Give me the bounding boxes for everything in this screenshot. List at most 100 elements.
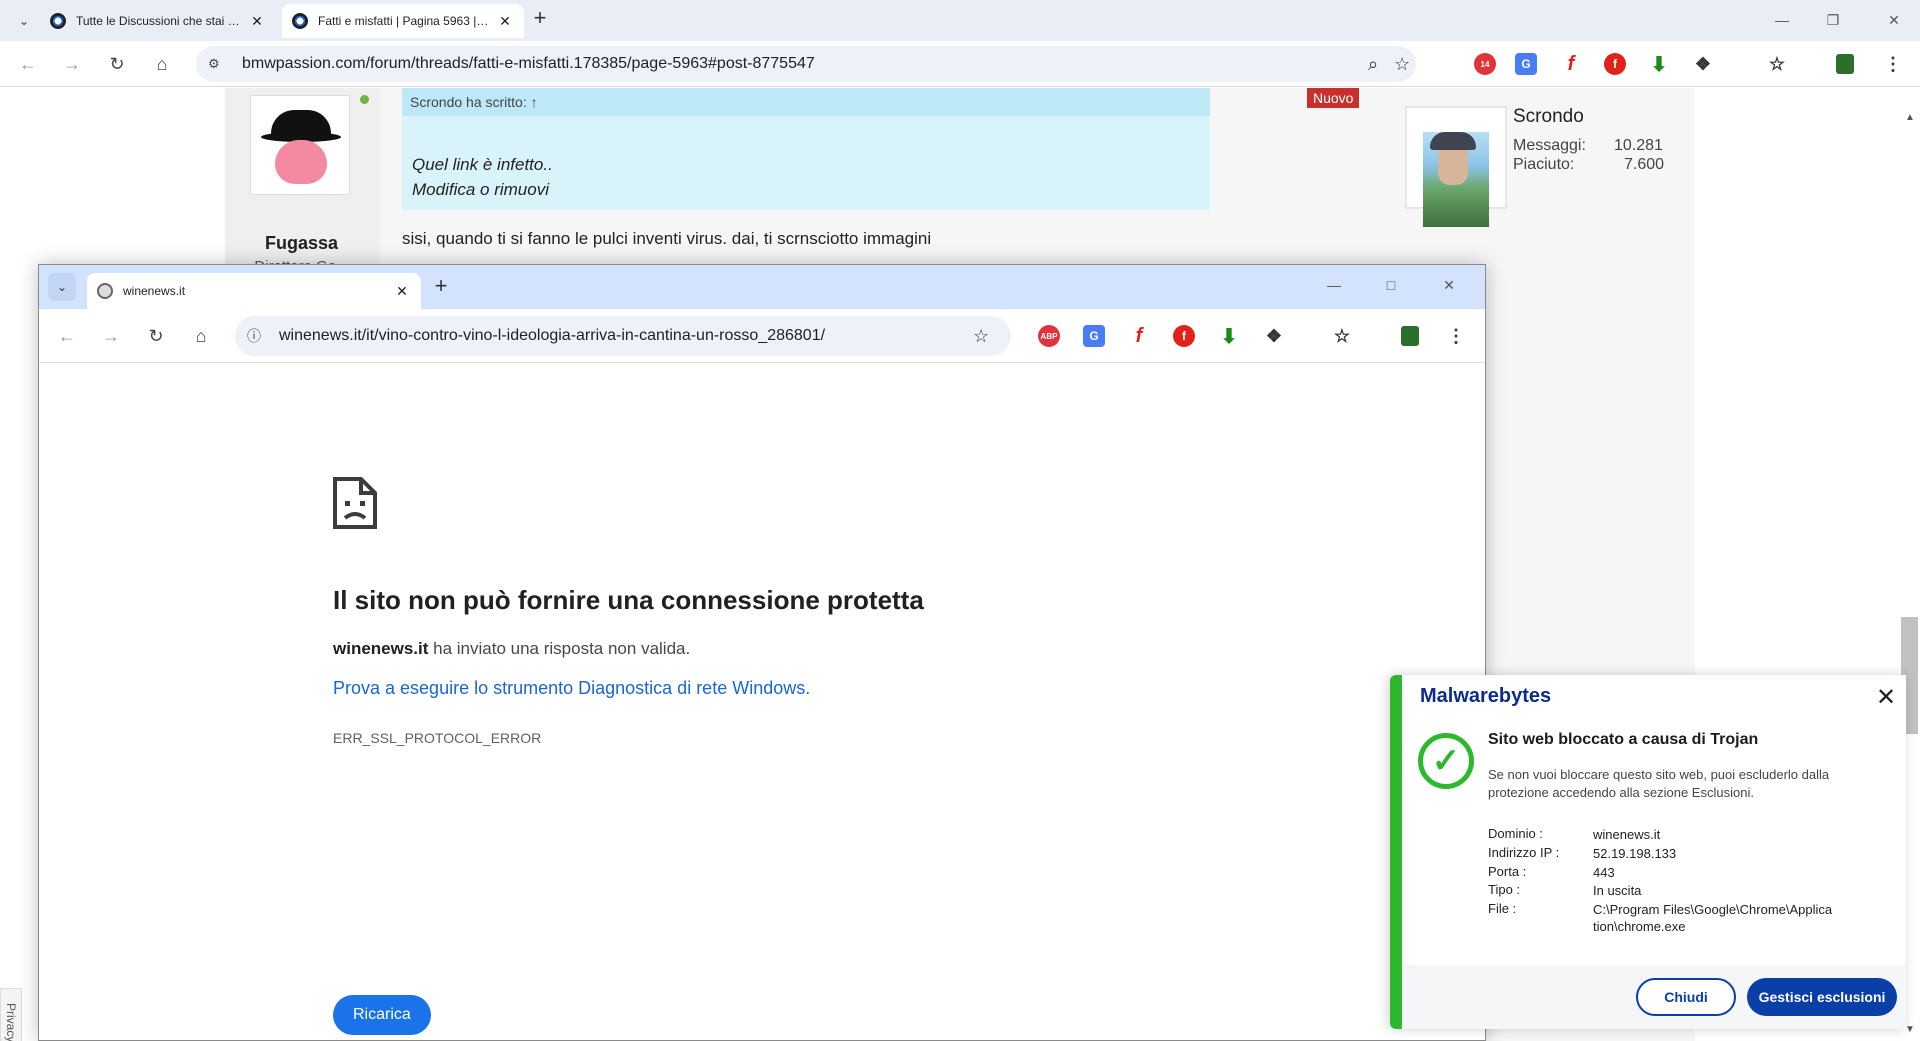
reload-icon[interactable]: ↻ <box>144 324 168 348</box>
minimize-icon[interactable]: — <box>1772 12 1792 28</box>
address-bar[interactable]: ⚙ bmwpassion.com/forum/threads/fatti-e-m… <box>196 46 1416 82</box>
privacy-tab[interactable]: Privacy <box>0 988 22 1041</box>
bookmark-star-icon[interactable]: ☆ <box>1394 54 1410 75</box>
zoom-icon[interactable]: ⌕ <box>1368 54 1378 75</box>
detail-key-ip: Indirizzo IP : <box>1488 845 1560 860</box>
extensions-puzzle-icon[interactable]: ❖ <box>1263 325 1285 347</box>
home-icon[interactable]: ⌂ <box>189 324 213 348</box>
bookmark-star-icon[interactable]: ☆ <box>973 326 989 347</box>
download-arrow-icon[interactable]: ⬇ <box>1648 53 1670 76</box>
tab-winenews[interactable]: winenews.it ✕ <box>87 273 421 309</box>
tab-close-icon[interactable]: ✕ <box>393 283 411 300</box>
quote-body: Quel link è infetto.. Modifica o rimuovi <box>412 152 553 202</box>
address-bar[interactable]: ⓘ winenews.it/it/vino-contro-vino-l-ideo… <box>235 316 1011 356</box>
network-diagnostics-link[interactable]: Prova a eseguire lo strumento Diagnostic… <box>333 678 810 699</box>
quote-header[interactable]: Scrondo ha scritto: ↑ <box>402 88 1210 116</box>
quote-line: Modifica o rimuovi <box>412 180 549 199</box>
poster-avatar[interactable] <box>250 95 350 195</box>
bookmarks-icon[interactable]: ☆ <box>1331 325 1353 347</box>
new-tab-plus-icon[interactable]: + <box>528 5 552 31</box>
abp-badge: 14 <box>1480 59 1490 69</box>
side-user-name[interactable]: Scrondo <box>1513 106 1584 128</box>
mb-status-strip <box>1390 675 1402 1029</box>
poster-name[interactable]: Fugassa <box>250 233 353 254</box>
front-browser-window: ⌄ winenews.it ✕ + — □ ✕ ← → ↻ ⌂ ⓘ winene… <box>38 264 1486 1041</box>
bmw-favicon-icon <box>292 13 308 29</box>
sad-document-icon <box>333 477 377 529</box>
detail-key-file: File : <box>1488 901 1517 916</box>
heart-graphic <box>275 140 327 184</box>
minimize-icon[interactable]: — <box>1324 277 1344 293</box>
profile-avatar-icon[interactable] <box>1401 326 1419 346</box>
messaggi-value: 10.281 <box>1614 137 1663 154</box>
error-description: winenews.it ha inviato una risposta non … <box>333 639 690 659</box>
messaggi-label: Messaggi: <box>1513 137 1586 154</box>
chiudi-button[interactable]: Chiudi <box>1636 978 1736 1016</box>
error-desc-rest: ha inviato una risposta non valida. <box>428 639 691 658</box>
mb-message: Se non vuoi bloccare questo sito web, pu… <box>1488 767 1830 800</box>
malwarebytes-logo: Malwarebytes <box>1420 685 1552 707</box>
adblock-plus-icon[interactable]: 14 <box>1474 53 1496 75</box>
tab-search-chevron-icon[interactable]: ⌄ <box>10 7 38 35</box>
scroll-up-icon[interactable]: ▲ <box>1900 112 1920 123</box>
mb-close-icon[interactable]: ✕ <box>1874 683 1898 712</box>
detail-key-port: Porta : <box>1488 864 1527 879</box>
extensions-puzzle-icon[interactable]: ❖ <box>1692 53 1714 75</box>
back-arrow-icon[interactable]: ← <box>16 52 40 76</box>
back-tab-strip: ⌄ Tutte le Discussioni che stai seguendo… <box>0 0 1920 41</box>
info-icon[interactable]: ⓘ <box>247 326 265 346</box>
back-toolbar: ← → ↻ ⌂ ⚙ bmwpassion.com/forum/threads/f… <box>0 41 1920 87</box>
detail-key-domain: Dominio : <box>1488 826 1543 841</box>
tab-search-chevron-icon[interactable]: ⌄ <box>48 273 76 301</box>
online-status-icon <box>360 95 369 104</box>
front-tab-strip: ⌄ winenews.it ✕ + — □ ✕ <box>39 265 1485 309</box>
chrome-menu-icon[interactable]: ⋮ <box>1882 53 1904 75</box>
tab-followed-threads[interactable]: Tutte le Discussioni che stai seguendo ✕ <box>40 4 276 38</box>
bookmarks-icon[interactable]: ☆ <box>1766 53 1788 75</box>
site-info-icon[interactable]: ⚙ <box>208 56 228 72</box>
maximize-icon[interactable]: □ <box>1381 277 1401 293</box>
flash-icon[interactable]: f <box>1128 325 1150 347</box>
detail-value-port: 443 <box>1593 865 1615 880</box>
piaciuto-label: Piaciuto: <box>1513 156 1575 173</box>
detail-value-ip: 52.19.198.133 <box>1593 846 1677 861</box>
tab-close-icon[interactable]: ✕ <box>496 13 514 30</box>
detail-value-type: In uscita <box>1593 883 1642 898</box>
tab-close-icon[interactable]: ✕ <box>248 13 266 30</box>
window-close-icon[interactable]: ✕ <box>1439 277 1459 294</box>
tab-fatti-misfatti[interactable]: Fatti e misfatti | Pagina 5963 | BMWpass… <box>282 4 524 38</box>
restore-icon[interactable]: ❐ <box>1823 12 1843 29</box>
flash-icon[interactable]: f <box>1560 53 1582 75</box>
forward-arrow-icon[interactable]: → <box>99 324 123 348</box>
new-tab-plus-icon[interactable]: + <box>429 273 453 299</box>
avatar-cap-graphic <box>1430 132 1476 150</box>
error-code: ERR_SSL_PROTOCOL_ERROR <box>333 730 542 746</box>
address-url: winenews.it/it/vino-contro-vino-l-ideolo… <box>279 327 826 344</box>
detail-key-type: Tipo : <box>1488 882 1521 897</box>
error-domain: winenews.it <box>333 639 429 658</box>
address-url: bmwpassion.com/forum/threads/fatti-e-mis… <box>242 55 815 72</box>
nuovo-badge: Nuovo <box>1307 88 1360 108</box>
window-close-icon[interactable]: ✕ <box>1884 12 1904 29</box>
home-icon[interactable]: ⌂ <box>150 52 174 76</box>
flash-player-icon[interactable]: f <box>1604 53 1626 75</box>
profile-avatar-icon[interactable] <box>1836 54 1854 74</box>
quote-line: Quel link è infetto.. <box>412 155 553 174</box>
google-translate-icon[interactable]: G <box>1515 53 1537 75</box>
mb-title: Sito web bloccato a causa di Trojan <box>1488 731 1759 748</box>
malwarebytes-notification: Malwarebytes ✕ ✓ Sito web bloccato a cau… <box>1390 675 1906 1029</box>
back-arrow-icon[interactable]: ← <box>55 324 79 348</box>
forward-arrow-icon[interactable]: → <box>60 52 84 76</box>
chrome-menu-icon[interactable]: ⋮ <box>1445 325 1467 347</box>
reload-icon[interactable]: ↻ <box>105 52 129 76</box>
detail-value-file: C:\Program Files\Google\Chrome\Applicati… <box>1593 902 1833 934</box>
piaciuto-value: 7.600 <box>1624 156 1665 173</box>
flash-player-icon[interactable]: f <box>1173 325 1195 347</box>
google-translate-icon[interactable]: G <box>1083 325 1105 347</box>
check-circle-icon: ✓ <box>1418 733 1474 789</box>
download-arrow-icon[interactable]: ⬇ <box>1218 325 1240 348</box>
adblock-plus-icon[interactable]: ABP <box>1038 325 1060 347</box>
manage-exclusions-button[interactable]: Gestisci esclusioni <box>1747 978 1897 1016</box>
post-text: sisi, quando ti si fanno le pulci invent… <box>402 229 932 248</box>
reload-button[interactable]: Ricarica <box>333 995 431 1035</box>
